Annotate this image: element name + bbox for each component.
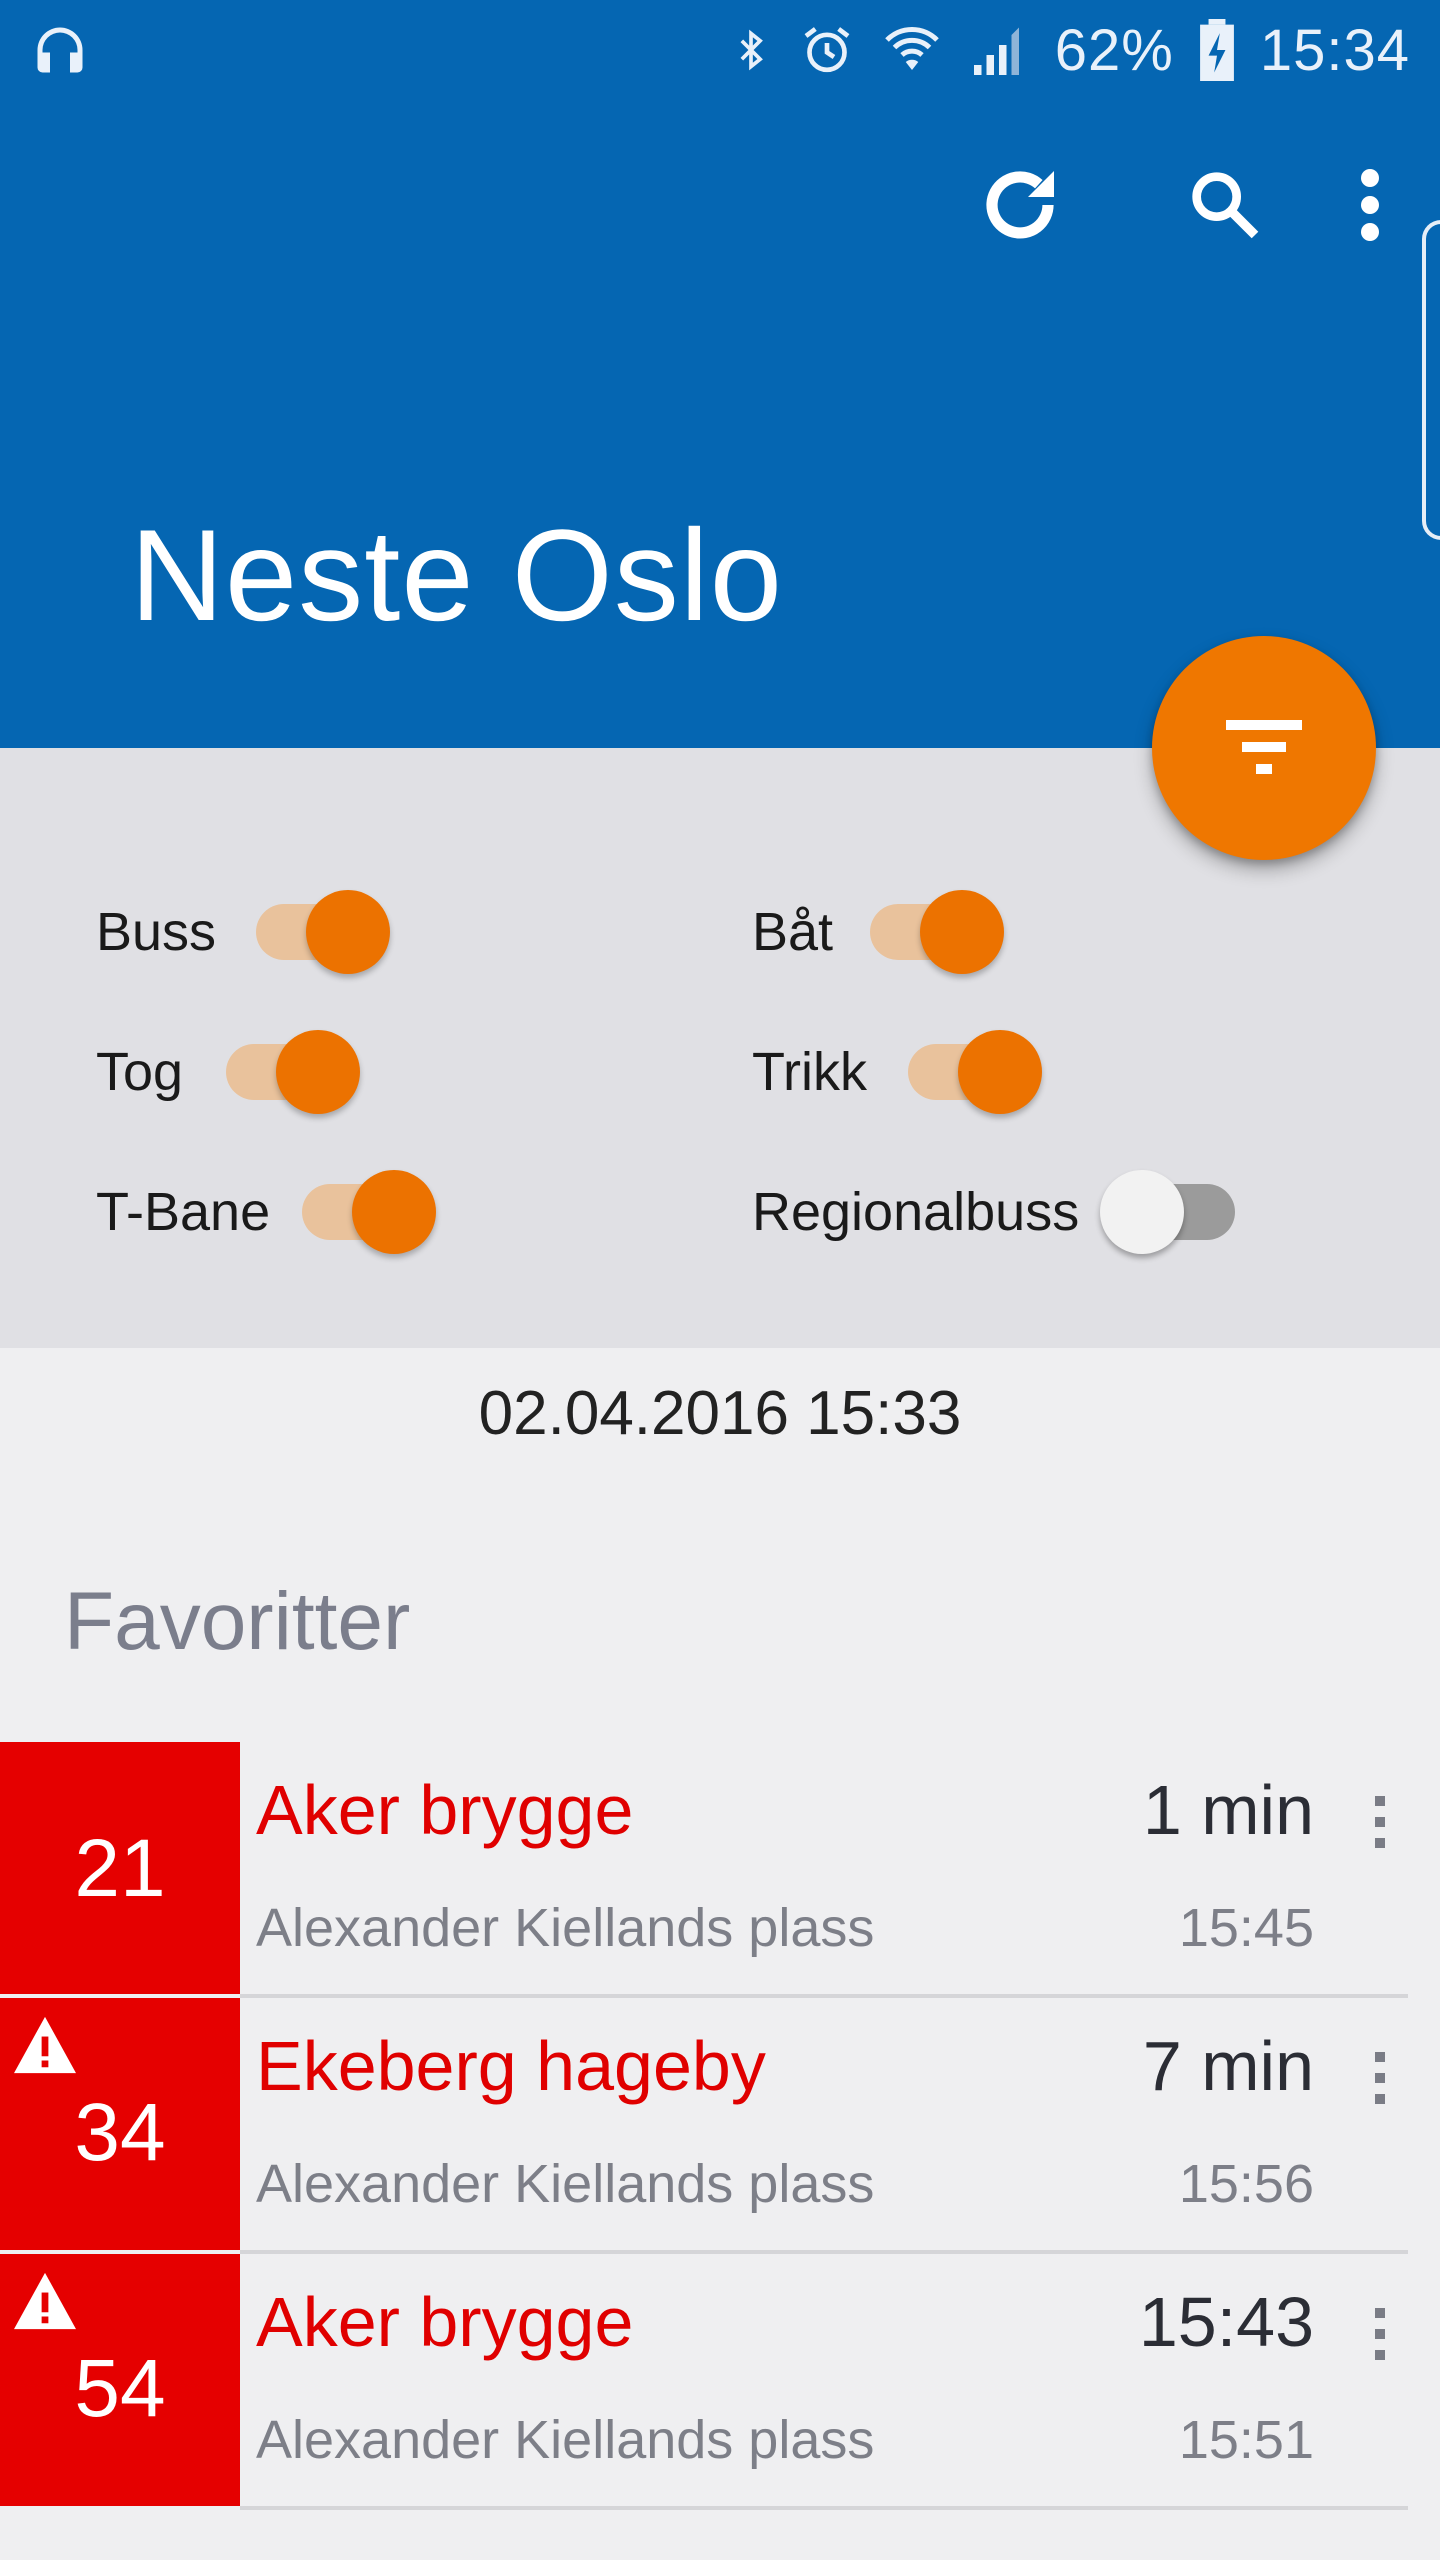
battery-charging-icon (1199, 19, 1234, 81)
more-vert-icon (1361, 169, 1379, 241)
refresh-button[interactable] (965, 150, 1075, 260)
eta: 15:43 (1138, 2283, 1314, 2361)
scheduled-time: 15:45 (1178, 1898, 1314, 1958)
destination: Aker brygge (256, 1771, 634, 1849)
eta: 7 min (1142, 2027, 1314, 2105)
line-badge: 34 (0, 1998, 240, 2250)
warning-icon (14, 2272, 76, 2330)
switch-regionalbuss[interactable] (1100, 1162, 1240, 1262)
edge-panel-handle[interactable] (1422, 220, 1440, 540)
switch-tog[interactable] (226, 1022, 366, 1122)
stop-name: Alexander Kiellands plass (256, 1898, 875, 1958)
row-divider (240, 2506, 1408, 2510)
departure-row[interactable]: 21 Aker brygge Alexander Kiellands plass… (0, 1742, 1440, 1998)
search-icon (1192, 172, 1259, 239)
warning-icon (14, 2016, 76, 2074)
switch-trikk[interactable] (908, 1022, 1048, 1122)
filter-label-trikk: Trikk (752, 1042, 867, 1102)
stop-name: Alexander Kiellands plass (256, 2154, 875, 2214)
search-button[interactable] (1170, 150, 1280, 260)
departure-row[interactable]: 34 Ekeberg hageby Alexander Kiellands pl… (0, 1998, 1440, 2254)
filter-fab[interactable] (1152, 636, 1376, 860)
clock: 15:34 (1259, 17, 1410, 83)
filter-tog: Tog (96, 1022, 183, 1122)
more-options-button[interactable] (1340, 150, 1400, 260)
row-menu-button[interactable] (1360, 2048, 1400, 2108)
switch-baat[interactable] (870, 882, 1010, 982)
favorites-list: 21 Aker brygge Alexander Kiellands plass… (0, 1742, 1440, 2510)
line-number: 54 (74, 2343, 166, 2434)
filter-label-tbane: T-Bane (96, 1182, 271, 1242)
status-bar: 62% 15:34 (0, 0, 1440, 100)
filter-trikk: Trikk (752, 1022, 867, 1122)
filter-regionalbuss: Regionalbuss (752, 1162, 1079, 1262)
filter-tbane: T-Bane (96, 1162, 270, 1262)
last-updated-timestamp: 02.04.2016 15:33 (478, 1379, 962, 1448)
eta: 1 min (1142, 1771, 1314, 1849)
signal-icon (969, 20, 1029, 80)
scheduled-time: 15:56 (1178, 2154, 1314, 2214)
wifi-icon (881, 20, 943, 80)
destination: Ekeberg hageby (256, 2027, 766, 2105)
stop-name: Alexander Kiellands plass (256, 2410, 875, 2470)
favorites-heading: Favoritter (64, 1576, 411, 1667)
headphones-icon (30, 20, 100, 80)
filter-label-buss: Buss (96, 902, 217, 962)
battery-percent: 62% (1054, 17, 1174, 83)
line-badge: 54 (0, 2254, 240, 2506)
filter-icon (1226, 720, 1302, 774)
row-menu-button[interactable] (1360, 2304, 1400, 2364)
line-number: 34 (74, 2087, 166, 2178)
switch-tbane[interactable] (302, 1162, 442, 1262)
departure-row[interactable]: 54 Aker brygge Alexander Kiellands plass… (0, 2254, 1440, 2510)
bluetooth-icon (729, 20, 773, 80)
destination: Aker brygge (256, 2283, 634, 2361)
filter-baat: Båt (752, 882, 833, 982)
app-title: Neste Oslo (130, 502, 784, 648)
filter-label-baat: Båt (752, 902, 834, 962)
alarm-icon (799, 20, 855, 80)
switch-buss[interactable] (256, 882, 396, 982)
filter-label-tog: Tog (96, 1042, 184, 1102)
line-badge: 21 (0, 1742, 240, 1994)
filter-buss: Buss (96, 882, 216, 982)
row-menu-button[interactable] (1360, 1792, 1400, 1852)
filter-label-regionalbuss: Regionalbuss (752, 1182, 1080, 1242)
refresh-icon (986, 171, 1054, 239)
app-bar: 62% 15:34 Neste Oslo (0, 0, 1440, 748)
line-number: 21 (74, 1823, 166, 1914)
scheduled-time: 15:51 (1178, 2410, 1314, 2470)
